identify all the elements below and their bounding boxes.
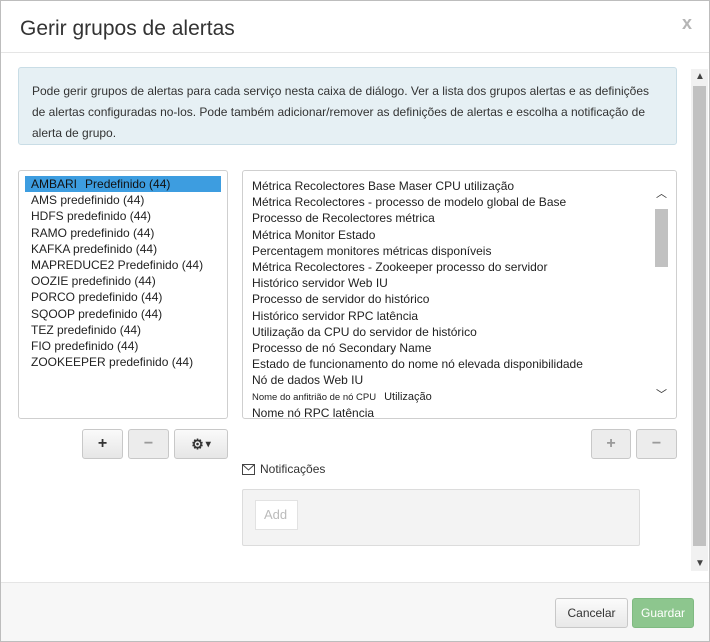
definition-item[interactable]: Métrica Recolectores - Zookeeper process… [243,259,676,275]
group-item[interactable]: SQOOP predefinido (44) [25,306,221,322]
group-item[interactable]: AMBARI Predefinido (44) [25,176,221,193]
notifications-box: Add [242,489,640,546]
group-settings-button[interactable]: ⚙ ▾ [174,429,228,459]
group-item[interactable]: HDFS predefinido (44) [25,208,221,224]
remove-definition-button[interactable]: − [636,429,677,459]
group-name: RAMO predefinido (44) [31,225,155,240]
group-name: MAPREDUCE2 Predefinido (44) [31,257,204,272]
caret-down-icon: ▾ [205,438,211,450]
group-item[interactable]: AMS predefinido (44) [25,192,221,208]
definition-name-suffix: Utilização [384,391,432,404]
alert-groups-list: AMBARI Predefinido (44) AMS predefinido (4… [18,170,228,419]
dialog-footer: Cancelar Guardar [1,582,709,641]
notifications-label: Notificações [242,462,325,476]
chevron-up-icon[interactable]: ︿ [656,185,667,201]
group-count-badge: Predefinido (44) [85,177,171,191]
add-notification-input[interactable]: Add [255,500,298,530]
dialog-body: Pode gerir grupos de alertas para cada s… [1,54,709,581]
manage-alert-groups-dialog: Gerir grupos de alertas x Pode gerir gru… [0,0,710,642]
definition-item[interactable]: Histórico servidor RPC latência [243,308,676,324]
group-item[interactable]: RAMO predefinido (44) [25,225,221,241]
scroll-down-icon[interactable]: ▼ [695,558,705,569]
definition-item[interactable]: Histórico servidor Web IU [243,275,676,291]
definition-item[interactable]: Métrica Recolectores - processo de model… [243,194,676,210]
group-item[interactable]: PORCO predefinido (44) [25,289,221,305]
cancel-button[interactable]: Cancelar [555,598,628,628]
group-name: OOZIE predefinido (44) [31,274,156,289]
definition-item[interactable]: Processo de servidor do histórico [243,291,676,307]
group-name: FIO predefinido (44) [31,338,139,353]
group-item[interactable]: MAPREDUCE2 Predefinido (44) [25,257,221,273]
scroll-up-icon[interactable]: ▲ [695,71,705,82]
definition-item[interactable]: Métrica Monitor Estado [243,227,676,243]
group-name: TEZ predefinido (44) [31,322,142,337]
definition-item[interactable]: Nome nó RPC latência [243,405,676,418]
group-name: SQOOP predefinido (44) [31,306,163,321]
envelope-icon [242,463,255,475]
definition-item[interactable]: Processo de Recolectores métrica [243,210,676,226]
alert-definitions-list: Métrica Recolectores Base Maser CPU util… [242,170,677,419]
definition-item[interactable]: Utilização da CPU do servidor de históri… [243,324,676,340]
group-name: KAFKA predefinido (44) [31,241,158,256]
definitions-scrollbar[interactable]: ︿ ﹀ [653,181,670,406]
add-definition-button[interactable]: + [591,429,631,459]
definition-item[interactable]: Estado de funcionamento do nome nó eleva… [243,356,676,372]
chevron-down-icon[interactable]: ﹀ [656,386,667,402]
add-group-button[interactable]: + [82,429,123,459]
group-item[interactable]: ZOOKEEPER predefinido (44) [25,354,221,370]
group-name: HDFS predefinido (44) [31,209,152,224]
scrollbar-thumb[interactable] [693,86,706,546]
definition-item[interactable]: Percentagem monitores métricas disponíve… [243,243,676,259]
definition-item[interactable]: Nó de dados Web IU [243,372,676,388]
gear-icon: ⚙ [191,435,204,452]
close-icon[interactable]: x [682,13,692,34]
group-item[interactable]: OOZIE predefinido (44) [25,273,221,289]
group-item[interactable]: FIO predefinido (44) [25,338,221,354]
group-name: AMBARI [31,177,78,191]
group-item[interactable]: KAFKA predefinido (44) [25,241,221,257]
notifications-text: Notificações [260,462,326,476]
dialog-scrollbar[interactable]: ▲ ▼ [691,69,708,571]
group-item[interactable]: TEZ predefinido (44) [25,322,221,338]
group-name: PORCO predefinido (44) [31,290,163,305]
definition-item[interactable]: Processo de nó Secondary Name [243,340,676,356]
group-name: ZOOKEEPER predefinido (44) [31,355,194,370]
definition-name: Nome do anfitrião de nó CPU [252,392,377,404]
dialog-title: Gerir grupos de alertas [20,17,235,40]
remove-group-button[interactable]: − [128,429,169,459]
info-message: Pode gerir grupos de alertas para cada s… [18,67,677,145]
group-name: AMS predefinido (44) [31,193,145,208]
save-button[interactable]: Guardar [632,598,694,628]
definition-item[interactable]: Métrica Recolectores Base Maser CPU util… [243,178,676,194]
definition-item[interactable]: Nome do anfitrião de nó CPU Utilização [243,388,676,404]
definitions-scroll-thumb[interactable] [655,209,668,267]
dialog-header: Gerir grupos de alertas x [1,1,709,53]
